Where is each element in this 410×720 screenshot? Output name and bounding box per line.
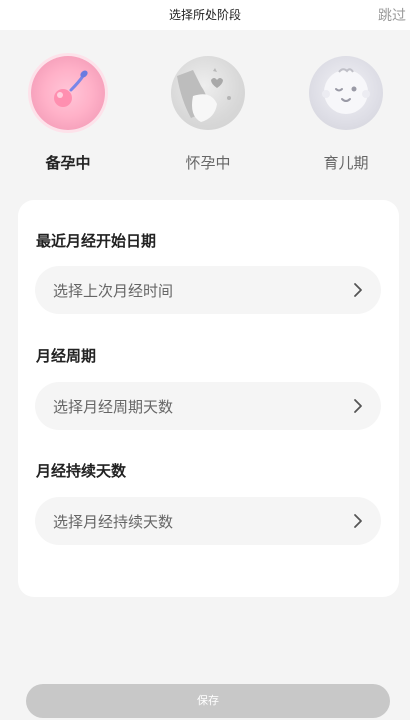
cycle-info-card: 最近月经开始日期 选择上次月经时间 月经周期 选择月经周期天数 月经持续天数 选… bbox=[18, 200, 399, 597]
cycle-days-selector[interactable]: 选择月经周期天数 bbox=[35, 382, 381, 430]
save-button[interactable]: 保存 bbox=[26, 684, 390, 718]
sperm-egg-icon bbox=[31, 56, 105, 130]
field-title-last-period: 最近月经开始日期 bbox=[36, 232, 157, 250]
chevron-right-icon bbox=[354, 283, 362, 297]
stage-option-preparing[interactable]: 备孕中 bbox=[18, 56, 118, 173]
stage-option-parenting[interactable]: 育儿期 bbox=[296, 56, 396, 173]
field-title-duration: 月经持续天数 bbox=[36, 462, 127, 480]
stage-label: 备孕中 bbox=[45, 154, 91, 172]
field-placeholder: 选择上次月经时间 bbox=[53, 282, 174, 300]
chevron-right-icon bbox=[354, 399, 362, 413]
baby-face-icon bbox=[309, 56, 383, 130]
field-placeholder: 选择月经周期天数 bbox=[53, 398, 174, 416]
page-title: 选择所处阶段 bbox=[168, 8, 241, 22]
stage-selector: 备孕中 怀孕中 育儿期 bbox=[0, 56, 410, 176]
chevron-right-icon bbox=[354, 514, 362, 528]
skip-button[interactable]: 跳过 bbox=[378, 5, 406, 25]
period-duration-selector[interactable]: 选择月经持续天数 bbox=[35, 497, 381, 545]
field-placeholder: 选择月经持续天数 bbox=[53, 513, 174, 531]
stage-option-pregnant[interactable]: 怀孕中 bbox=[158, 56, 258, 173]
top-bar: 选择所处阶段 跳过 bbox=[0, 0, 410, 30]
field-title-cycle: 月经周期 bbox=[36, 347, 97, 365]
pregnant-belly-icon bbox=[171, 56, 245, 130]
last-period-date-selector[interactable]: 选择上次月经时间 bbox=[35, 266, 381, 314]
stage-label: 育儿期 bbox=[323, 154, 369, 172]
stage-label: 怀孕中 bbox=[185, 154, 231, 172]
